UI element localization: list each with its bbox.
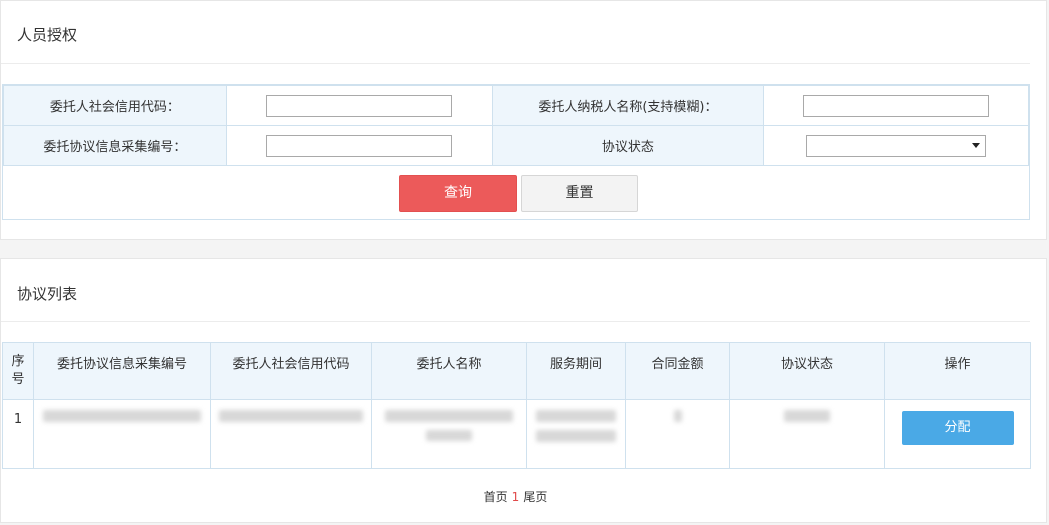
query-button[interactable]: 查询 (399, 175, 517, 212)
table-row: 1 分配 (2, 399, 1031, 469)
column-header-name: 委托人名称 (371, 342, 527, 400)
table-header-row: 序号 委托协议信息采集编号 委托人社会信用代码 委托人名称 服务期间 合同金额 … (2, 342, 1031, 400)
credit-code-label: 委托人社会信用代码： (3, 85, 227, 126)
redacted-text (536, 410, 616, 422)
status-select[interactable] (806, 134, 987, 157)
status-label: 协议状态 (491, 125, 765, 166)
pager-last[interactable]: 尾页 (523, 490, 547, 504)
title-divider (1, 63, 1030, 64)
column-header-contract-amount: 合同金额 (625, 342, 730, 400)
taxpayer-name-input[interactable] (803, 94, 990, 117)
row-contract-amount (625, 399, 730, 469)
agreement-no-label: 委托协议信息采集编号： (3, 125, 227, 166)
column-header-credit-code: 委托人社会信用代码 (210, 342, 372, 400)
row-service-period (526, 399, 626, 469)
pagination: 首页 1 尾页 (1, 488, 1030, 505)
status-cell (763, 125, 1029, 166)
list-panel-title: 协议列表 (17, 285, 78, 303)
redacted-text (673, 410, 682, 422)
taxpayer-name-cell (763, 85, 1029, 126)
row-action: 分配 (884, 399, 1031, 469)
redacted-text (784, 410, 830, 422)
redacted-text (385, 410, 513, 422)
column-header-status: 协议状态 (729, 342, 885, 400)
row-status (729, 399, 885, 469)
column-header-service-period: 服务期间 (526, 342, 626, 400)
redacted-text (536, 430, 616, 442)
pager-current[interactable]: 1 (512, 490, 520, 504)
search-form-table: 委托人社会信用代码： 委托人纳税人名称(支持模糊)： 委托协议信息采集编号： 协… (3, 85, 1029, 166)
list-panel: 协议列表 序号 委托协议信息采集编号 委托人社会信用代码 委托人名称 服务期间 … (0, 258, 1047, 523)
auth-panel-title: 人员授权 (17, 26, 78, 44)
title-divider (1, 321, 1030, 322)
column-header-seq: 序号 (2, 342, 34, 400)
row-name (371, 399, 527, 469)
pager-first[interactable]: 首页 (484, 490, 508, 504)
assign-button[interactable]: 分配 (901, 411, 1014, 445)
credit-code-input[interactable] (265, 94, 452, 117)
row-agreement-no (33, 399, 211, 469)
agreement-no-cell (225, 125, 493, 166)
search-form: 委托人社会信用代码： 委托人纳税人名称(支持模糊)： 委托协议信息采集编号： 协… (2, 84, 1030, 220)
agreement-table: 序号 委托协议信息采集编号 委托人社会信用代码 委托人名称 服务期间 合同金额 … (2, 342, 1031, 469)
column-header-action: 操作 (884, 342, 1031, 400)
taxpayer-name-label: 委托人纳税人名称(支持模糊)： (491, 85, 765, 126)
column-header-agreement-no: 委托协议信息采集编号 (33, 342, 211, 400)
auth-panel: 人员授权 委托人社会信用代码： 委托人纳税人名称(支持模糊)： 委托协议信息采集… (0, 0, 1047, 240)
row-credit-code (210, 399, 372, 469)
redacted-text (426, 430, 472, 441)
credit-code-cell (225, 85, 493, 126)
row-seq: 1 (2, 399, 34, 469)
redacted-text (219, 410, 363, 422)
reset-button[interactable]: 重置 (521, 175, 638, 212)
agreement-no-input[interactable] (265, 134, 452, 157)
chevron-down-icon (972, 142, 981, 148)
redacted-text (43, 410, 201, 422)
